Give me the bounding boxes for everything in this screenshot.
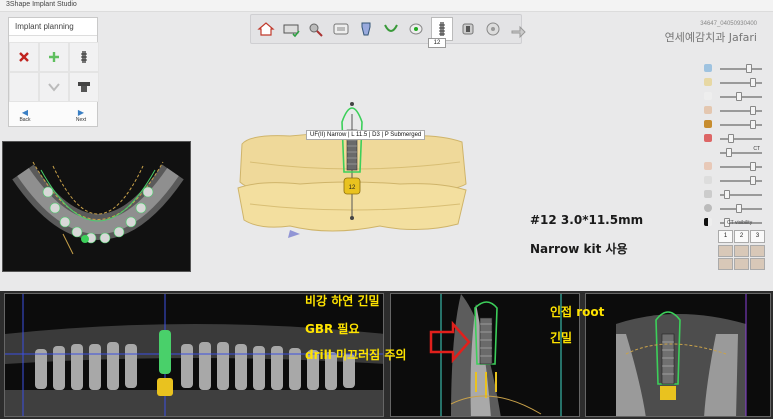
guide-visibility-slider[interactable] [704,188,768,202]
delete-icon [19,52,29,62]
empty-tool-slot [9,72,39,102]
visibility-sliders: CT [704,62,768,230]
tools-step-button[interactable] [306,17,326,41]
ct-thumbnail[interactable] [718,258,733,270]
sleeve-step-button[interactable] [458,17,478,41]
tooth-number-marker: 12 [349,185,356,191]
app-name: 3Shape Implant Studio [6,1,77,8]
teeth-visibility-slider[interactable] [704,160,768,174]
ct-thumbnail[interactable] [750,245,765,257]
annotation-spec: #12 3.0*11.5mm [530,213,644,227]
panel-title: Implant planning [9,18,97,36]
sleeve-icon [462,23,474,35]
implant-library-button[interactable] [69,42,99,72]
home-step-button[interactable] [256,17,276,41]
gingiva-visibility-slider[interactable] [704,104,768,118]
crown-step-button[interactable] [381,17,401,41]
ct-tab-1[interactable]: 1 [718,230,733,243]
annotation-line1: 비강 하연 긴밀 [305,294,380,308]
arrow-left-icon: ◀ [21,108,29,117]
nerve-icon [704,134,712,142]
3d-model-view[interactable]: 12 [230,84,475,244]
gingiva-icon [704,106,712,114]
delete-implant-button[interactable] [9,42,39,72]
ct-thumbnail[interactable] [734,245,749,257]
ct-thumbnail[interactable] [750,258,765,270]
model-icon [283,24,300,38]
implant-visibility-slider[interactable] [704,118,768,132]
abutment-button[interactable] [39,72,69,102]
patient-name: 연세예감치과 Jafari [664,31,757,44]
brightness-slider[interactable] [704,202,768,216]
model-icon [704,78,712,86]
implant-info-label: UF(II) Narrow | L 11.5 | D3 | P Submerge… [306,130,426,140]
next-label: Next [75,117,87,123]
tooth-icon [409,23,423,35]
scan-icon [333,23,349,35]
active-step-tag: 12 [428,38,446,48]
ct-tab-2[interactable]: 2 [734,230,749,243]
crown-icon [384,24,398,32]
scan-step-button[interactable] [331,17,351,41]
cross-section-view-2[interactable] [585,293,771,417]
planning-tool-grid [9,42,99,102]
back-label: Back [19,117,31,123]
scan-icon [704,64,712,72]
home-icon [257,22,275,36]
guide-icon [486,22,500,36]
teeth-icon [704,162,712,170]
annotation-adjacent-root: 인접 root [550,305,605,319]
export-step-button[interactable] [508,17,528,41]
brightness-icon [704,204,712,212]
title-bar: 3Shape Implant Studio [0,0,773,12]
annotation-line3: drill 미끄러짐 주의 [305,348,407,362]
ct-thumbnail[interactable] [718,245,733,257]
implant-planning-panel: Implant planning ◀ Back ▶ Next [8,17,99,127]
implant-icon [704,120,712,128]
implant-icon [439,22,445,36]
planning-nav: ◀ Back ▶ Next [9,106,97,126]
tools-icon [309,23,323,37]
cross-section-image-2 [586,294,770,416]
3d-dental-model: 12 [237,102,467,238]
add-implant-button[interactable] [39,42,69,72]
scan-visibility-slider[interactable] [704,62,768,76]
ct-visibility-label: CT visibility [727,220,753,226]
back-button[interactable]: ◀ Back [11,106,39,126]
guide-step-button[interactable] [483,17,503,41]
annotation-close: 긴밀 [550,331,573,345]
ct-tab-3[interactable]: 3 [750,230,765,243]
segment-icon [361,22,371,36]
ct-thumbnail[interactable] [734,258,749,270]
axial-ct-view[interactable] [2,141,191,272]
model-step-button[interactable] [281,17,301,41]
ct-thumbnail-grid [718,245,765,270]
workflow-toolbar [250,14,526,44]
crown-icon [704,92,712,100]
implant-icon [81,51,87,63]
ct-view-tabs: 1 2 3 [718,230,766,243]
annotation-kit: Narrow kit 사용 [530,242,628,256]
next-button[interactable]: ▶ Next [67,106,95,126]
guide-icon [704,190,712,198]
sleeve-icon [78,82,90,92]
abutment-icon [48,83,60,92]
plus-icon [49,52,59,62]
patient-id: 34647_04050930400 [700,21,757,27]
model-visibility-slider[interactable] [704,76,768,90]
segment-step-button[interactable] [356,17,376,41]
annotation-line2: GBR 필요 [305,322,360,336]
tooth-step-button[interactable] [406,17,426,41]
contrast-icon [704,218,712,226]
ct-visibility-slider[interactable]: CT [704,146,768,160]
sleeve-visibility-slider[interactable] [704,174,768,188]
sleeve-icon [704,176,712,184]
arrow-right-icon: ▶ [77,108,85,117]
crown-visibility-slider[interactable] [704,90,768,104]
nerve-visibility-slider[interactable] [704,132,768,146]
export-icon [511,25,526,39]
axial-ct-image [3,142,190,271]
sleeve-button[interactable] [69,72,99,102]
